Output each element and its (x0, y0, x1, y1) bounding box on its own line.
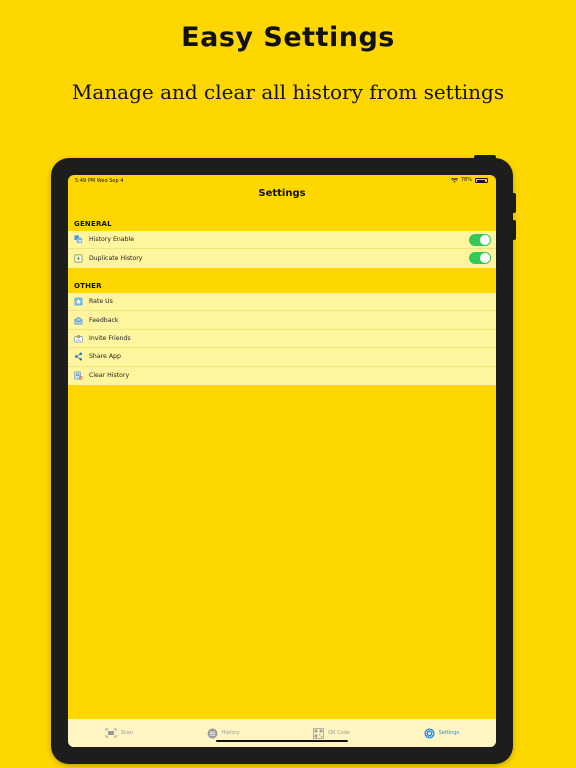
star-icon (74, 297, 83, 306)
qr-code-icon (313, 727, 324, 739)
history-enable-icon (74, 235, 83, 244)
duplicate-history-toggle[interactable] (469, 252, 491, 265)
battery-percent: 78% (460, 177, 472, 183)
row-share-app[interactable]: Share App (68, 348, 496, 367)
mail-icon (74, 316, 83, 325)
other-group: Rate Us Feedback Invite Friends Share Ap… (68, 293, 496, 385)
tab-label: History (221, 730, 240, 736)
status-bar: 5:49 PM Wed Sep 4 78% (68, 175, 496, 187)
row-duplicate-history[interactable]: Duplicate History (68, 249, 496, 267)
wifi-icon (450, 177, 458, 183)
duplicate-icon (74, 254, 83, 263)
promo-subline: Manage and clear all history from settin… (71, 80, 505, 104)
general-group: History Enable Duplicate History (68, 231, 496, 268)
clear-history-icon (74, 371, 83, 380)
row-rate-us[interactable]: Rate Us (68, 293, 496, 312)
row-label: Duplicate History (89, 255, 143, 263)
row-clear-history[interactable]: Clear History (68, 367, 496, 385)
section-header-other: OTHER (74, 282, 102, 290)
promo-headline: Easy Settings (181, 22, 395, 53)
row-label: Clear History (89, 372, 130, 380)
status-right: 78% (450, 177, 488, 183)
tab-label: QR Code (328, 730, 350, 736)
history-icon (207, 728, 218, 738)
app-screen: 5:49 PM Wed Sep 4 78% Settings GENERAL H… (68, 175, 496, 747)
tab-label: Settings (438, 730, 460, 736)
invite-icon (74, 334, 83, 343)
tab-settings[interactable]: Settings (424, 727, 460, 739)
history-enable-toggle[interactable] (469, 234, 491, 246)
scan-icon (105, 728, 117, 738)
row-label: History Enable (89, 236, 135, 244)
home-indicator (216, 740, 348, 742)
section-header-general: GENERAL (74, 220, 112, 228)
tab-bar: Scan History QR Code Settings (68, 719, 496, 747)
battery-level (477, 179, 485, 182)
row-label: Invite Friends (89, 334, 131, 342)
row-invite-friends[interactable]: Invite Friends (68, 330, 496, 349)
row-feedback[interactable]: Feedback (68, 311, 496, 330)
tab-scan[interactable]: Scan (105, 728, 133, 738)
toggle-knob (480, 253, 490, 264)
tab-history[interactable]: History (207, 728, 240, 739)
tab-qr-code[interactable]: QR Code (313, 727, 350, 739)
row-label: Feedback (89, 316, 119, 324)
gear-icon (424, 727, 435, 739)
battery-icon (475, 177, 488, 183)
row-label: Rate Us (89, 298, 113, 306)
tab-label: Scan (120, 730, 133, 736)
nav-title: Settings (258, 188, 306, 199)
status-time: 5:49 PM Wed Sep 4 (75, 178, 124, 184)
row-history-enable[interactable]: History Enable (68, 231, 496, 250)
toggle-knob (480, 235, 490, 245)
share-icon (74, 352, 83, 361)
row-label: Share App (89, 353, 121, 361)
